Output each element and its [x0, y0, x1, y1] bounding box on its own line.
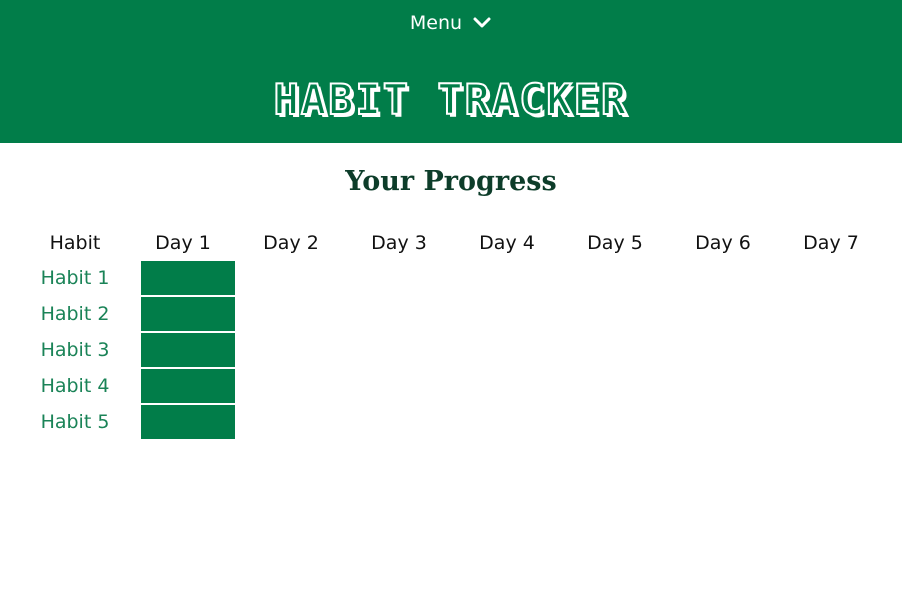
menu-button[interactable]: Menu: [0, 10, 902, 36]
app-title: HABIT TRACKER: [273, 74, 629, 125]
day-cell[interactable]: [669, 296, 777, 332]
habit-name: Habit 2: [40, 303, 110, 325]
day-cell[interactable]: [129, 332, 237, 368]
day-cell[interactable]: [237, 368, 345, 404]
column-header-day-2: Day 2: [263, 231, 319, 254]
day-empty-marker: [357, 261, 451, 295]
day-empty-marker: [249, 297, 343, 331]
habit-row: Habit 2: [21, 296, 885, 332]
habit-name: Habit 1: [40, 267, 110, 289]
day-cell[interactable]: [129, 260, 237, 296]
day-cell[interactable]: [237, 260, 345, 296]
chevron-down-icon: [473, 17, 491, 28]
habit-row: Habit 5: [21, 404, 885, 440]
day-complete-marker: [141, 405, 235, 439]
day-empty-marker: [465, 405, 559, 439]
day-empty-marker: [573, 261, 667, 295]
day-cell[interactable]: [345, 404, 453, 440]
day-cell[interactable]: [561, 368, 669, 404]
day-empty-marker: [357, 405, 451, 439]
column-header-habit: Habit: [49, 231, 101, 254]
day-cell[interactable]: [345, 368, 453, 404]
day-empty-marker: [681, 333, 775, 367]
day-empty-marker: [357, 369, 451, 403]
day-empty-marker: [465, 261, 559, 295]
day-empty-marker: [789, 369, 883, 403]
day-cell[interactable]: [453, 368, 561, 404]
day-empty-marker: [789, 261, 883, 295]
day-cell[interactable]: [669, 332, 777, 368]
day-empty-marker: [357, 333, 451, 367]
day-cell[interactable]: [129, 404, 237, 440]
day-cell[interactable]: [453, 296, 561, 332]
day-empty-marker: [573, 297, 667, 331]
habit-name: Habit 4: [40, 375, 110, 397]
column-header-day-6: Day 6: [695, 231, 751, 254]
day-cell[interactable]: [129, 296, 237, 332]
day-complete-marker: [141, 261, 235, 295]
day-cell[interactable]: [129, 368, 237, 404]
day-complete-marker: [141, 333, 235, 367]
day-cell[interactable]: [345, 260, 453, 296]
day-empty-marker: [681, 297, 775, 331]
day-complete-marker: [141, 369, 235, 403]
day-cell[interactable]: [237, 404, 345, 440]
app-header: Menu HABIT TRACKER: [0, 0, 902, 143]
habit-rows: Habit 1 Habit 2 Habit 3 Habit 4 Habit 5: [21, 260, 885, 440]
habit-name: Habit 5: [40, 411, 110, 433]
day-empty-marker: [681, 405, 775, 439]
day-empty-marker: [465, 369, 559, 403]
day-cell[interactable]: [453, 404, 561, 440]
day-cell[interactable]: [777, 368, 885, 404]
day-cell[interactable]: [669, 404, 777, 440]
day-cell[interactable]: [777, 332, 885, 368]
day-cell[interactable]: [777, 404, 885, 440]
day-empty-marker: [573, 405, 667, 439]
grid-header-row: Habit Day 1 Day 2 Day 3 Day 4 Day 5 Day …: [21, 225, 885, 260]
day-cell[interactable]: [669, 368, 777, 404]
day-empty-marker: [789, 297, 883, 331]
day-empty-marker: [357, 297, 451, 331]
column-header-day-5: Day 5: [587, 231, 643, 254]
day-empty-marker: [789, 333, 883, 367]
progress-grid: Habit Day 1 Day 2 Day 3 Day 4 Day 5 Day …: [21, 225, 885, 440]
day-cell[interactable]: [561, 296, 669, 332]
day-empty-marker: [681, 261, 775, 295]
day-empty-marker: [789, 405, 883, 439]
day-empty-marker: [249, 405, 343, 439]
day-cell[interactable]: [345, 296, 453, 332]
day-cell[interactable]: [561, 404, 669, 440]
day-complete-marker: [141, 297, 235, 331]
page-title: Your Progress: [345, 166, 557, 197]
day-cell[interactable]: [345, 332, 453, 368]
day-empty-marker: [249, 369, 343, 403]
column-header-day-4: Day 4: [479, 231, 535, 254]
day-cell[interactable]: [561, 332, 669, 368]
day-empty-marker: [465, 297, 559, 331]
day-cell[interactable]: [237, 296, 345, 332]
day-empty-marker: [681, 369, 775, 403]
menu-label: Menu: [409, 12, 463, 34]
day-empty-marker: [573, 369, 667, 403]
habit-row: Habit 1: [21, 260, 885, 296]
day-empty-marker: [249, 261, 343, 295]
column-header-day-7: Day 7: [803, 231, 859, 254]
habit-name: Habit 3: [40, 339, 110, 361]
day-cell[interactable]: [453, 260, 561, 296]
day-empty-marker: [573, 333, 667, 367]
day-cell[interactable]: [453, 332, 561, 368]
day-cell[interactable]: [237, 332, 345, 368]
day-empty-marker: [465, 333, 559, 367]
column-header-day-3: Day 3: [371, 231, 427, 254]
day-cell[interactable]: [777, 260, 885, 296]
column-header-day-1: Day 1: [155, 231, 211, 254]
day-cell[interactable]: [561, 260, 669, 296]
habit-row: Habit 3: [21, 332, 885, 368]
habit-row: Habit 4: [21, 368, 885, 404]
day-cell[interactable]: [777, 296, 885, 332]
day-cell[interactable]: [669, 260, 777, 296]
day-empty-marker: [249, 333, 343, 367]
